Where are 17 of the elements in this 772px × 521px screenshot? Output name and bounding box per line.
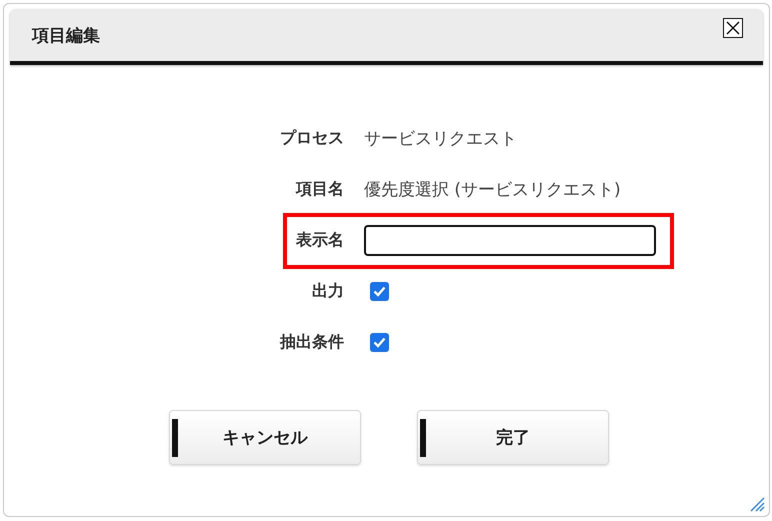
checkbox[interactable] (370, 333, 389, 352)
field-label: 表示名 (296, 230, 344, 251)
field-label: プロセス (280, 128, 344, 149)
field-value: サービスリクエスト (364, 128, 517, 150)
field-label: 項目名 (296, 179, 344, 200)
checkbox[interactable] (370, 282, 389, 301)
field-value: 優先度選択 (サービスリクエスト) (364, 179, 621, 201)
field-label: 抽出条件 (280, 332, 344, 353)
checkmark-icon (373, 337, 386, 348)
resize-grip-icon[interactable] (749, 496, 765, 512)
close-icon[interactable] (723, 18, 743, 38)
dialog-button[interactable]: キャンセル (169, 410, 361, 465)
dialog-button[interactable]: 完了 (417, 410, 609, 465)
checkmark-icon (373, 286, 386, 297)
field-label: 出力 (312, 281, 344, 302)
dialog-title: 項目編集 (32, 24, 100, 46)
display-name-input[interactable] (364, 225, 656, 256)
